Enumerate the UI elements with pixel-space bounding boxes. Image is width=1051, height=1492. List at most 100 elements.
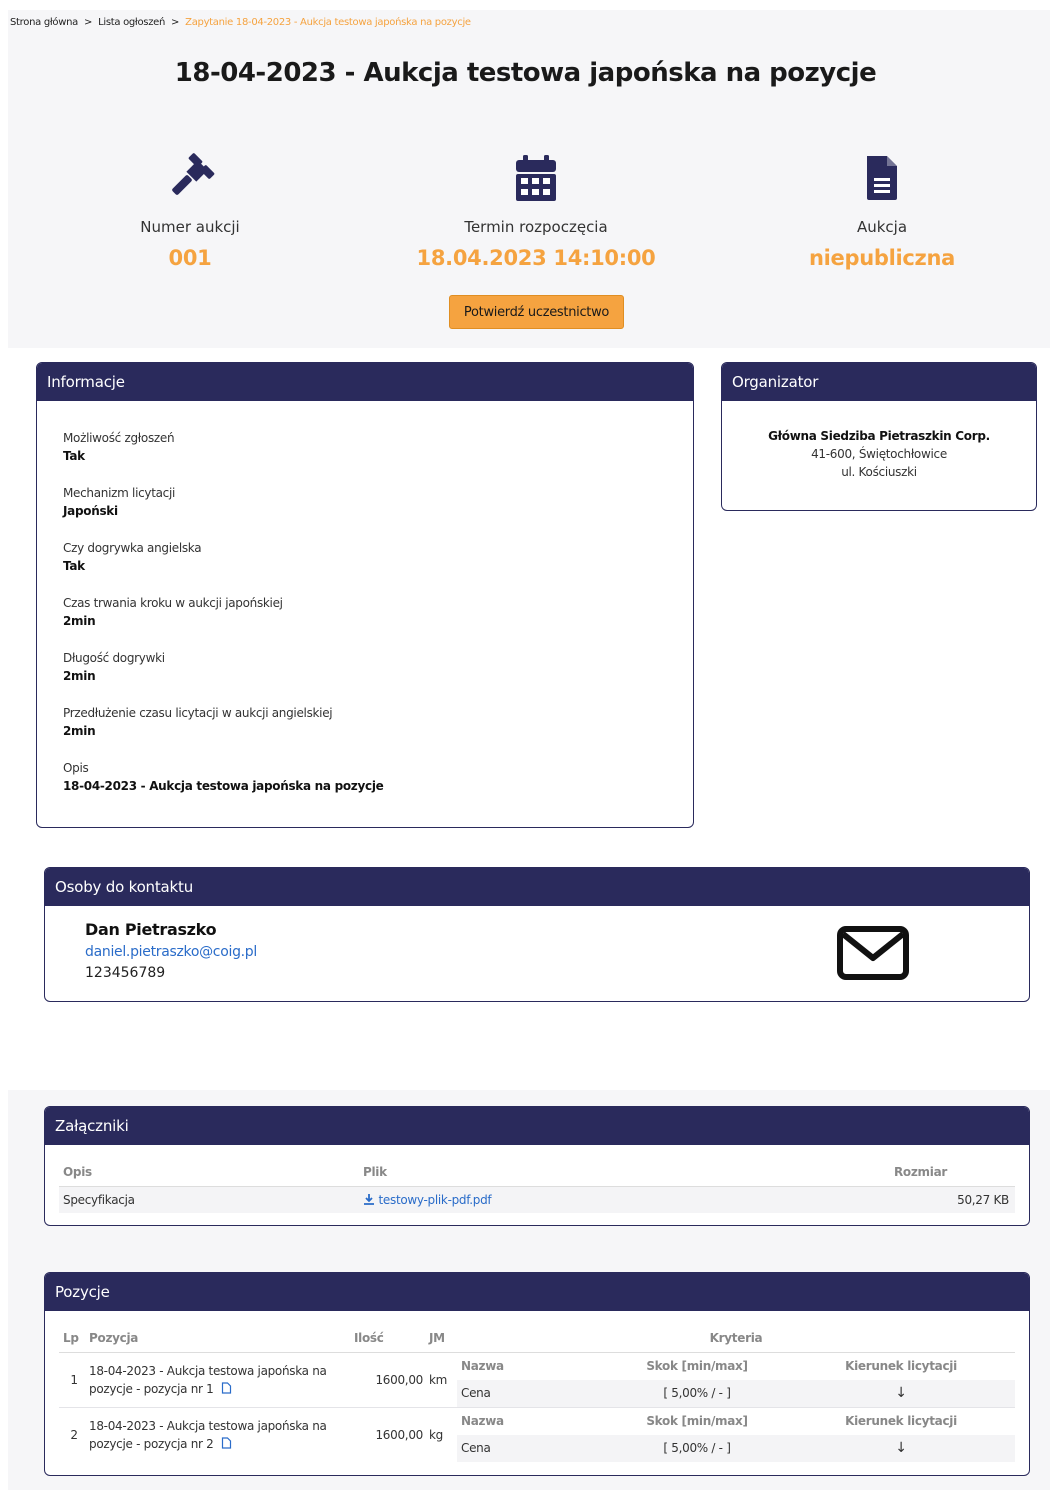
attachment-file-link[interactable]: testowy-plik-pdf.pdf [379, 1193, 492, 1207]
organizer-street: ul. Kościuszki [841, 465, 917, 479]
file-icon[interactable] [221, 1436, 232, 1449]
info-item: Czas trwania kroku w aukcji japońskiej 2… [63, 596, 693, 628]
auction-number-label: Numer aukcji [140, 218, 240, 236]
stat-auction-type: Aukcja niepubliczna [732, 152, 1032, 270]
calendar-icon [386, 152, 686, 204]
organizer-details: Główna Siedziba Pietraszkin Corp. 41-600… [722, 401, 1036, 481]
document-icon [732, 152, 1032, 204]
contact-phone: 123456789 [85, 965, 166, 981]
table-row: 2 18-04-2023 - Aukcja testowa japońska n… [59, 1406, 1015, 1462]
position-name: 18-04-2023 - Aukcja testowa japońska na … [89, 1406, 354, 1462]
info-value: 2min [63, 614, 96, 628]
info-item: Czy dogrywka angielska Tak [63, 541, 693, 573]
organizer-panel: Organizator Główna Siedziba Pietraszkin … [721, 362, 1037, 511]
col-size: Rozmiar [883, 1159, 1015, 1187]
criteria-row: Cena [ 5,00% / - ] ↓ [457, 1379, 1015, 1407]
gavel-icon [40, 152, 340, 204]
attachments-panel-header: Załączniki [45, 1107, 1029, 1145]
attachment-desc: Specyfikacja [59, 1186, 363, 1213]
info-item: Możliwość zgłoszeń Tak [63, 431, 693, 463]
crit-step: [ 5,00% / - ] [607, 1379, 787, 1407]
crit-col-direction: Kierunek licytacji [845, 1414, 957, 1428]
position-name-line: pozycje - pozycja nr 1 [89, 1380, 354, 1398]
organizer-city: 41-600, Świętochłowice [811, 447, 947, 461]
info-panel: Informacje Możliwość zgłoszeń Tak Mechan… [36, 362, 694, 828]
start-date-value: 18.04.2023 14:10:00 [416, 246, 656, 270]
stat-start-date: Termin rozpoczęcia 18.04.2023 14:10:00 [386, 152, 686, 270]
criteria-row: Cena [ 5,00% / - ] ↓ [457, 1434, 1015, 1462]
file-icon[interactable] [221, 1381, 232, 1394]
breadcrumb-separator: > [83, 17, 93, 28]
col-position: Pozycja [89, 1325, 354, 1353]
crit-name: Cena [457, 1379, 607, 1407]
page-title: 18-04-2023 - Aukcja testowa japońska na … [174, 58, 877, 88]
attachment-size: 50,27 KB [883, 1186, 1015, 1213]
criteria-table: Nazwa Skok [min/max] Kierunek licytacji … [457, 1408, 1015, 1462]
info-item: Mechanizm licytacji Japoński [63, 486, 693, 518]
position-name-line: pozycje - pozycja nr 2 [89, 1435, 354, 1453]
col-unit: JM [429, 1325, 457, 1353]
breadcrumb-current: Zapytanie 18-04-2023 - Aukcja testowa ja… [185, 17, 471, 28]
criteria-header-row: Nazwa Skok [min/max] Kierunek licytacji [457, 1408, 1015, 1435]
info-value: 2min [63, 669, 96, 683]
table-header-row: Opis Plik Rozmiar [59, 1159, 1015, 1187]
info-label: Przedłużenie czasu licytacji w aukcji an… [63, 706, 333, 720]
breadcrumb-home[interactable]: Strona główna [10, 17, 78, 28]
contacts-panel: Osoby do kontaktu Dan Pietraszko daniel.… [44, 867, 1030, 1002]
breadcrumb-list[interactable]: Lista ogłoszeń [98, 17, 165, 28]
info-value: 18-04-2023 - Aukcja testowa japońska na … [63, 779, 384, 793]
crit-col-step: Skok [min/max] [646, 1414, 748, 1428]
info-label: Mechanizm licytacji [63, 486, 176, 500]
table-row: Specyfikacja testowy-plik-pdf.pdf 50,27 … [59, 1186, 1015, 1213]
contact-person: Dan Pietraszko daniel.pietraszko@coig.pl… [85, 920, 257, 981]
position-lp: 1 [70, 1372, 78, 1387]
crit-name: Cena [457, 1434, 607, 1462]
contact-email-link[interactable]: daniel.pietraszko@coig.pl [85, 944, 257, 960]
col-criteria: Kryteria [457, 1325, 1015, 1353]
position-name-line: 18-04-2023 - Aukcja testowa japońska na [89, 1363, 327, 1378]
criteria-cell: Nazwa Skok [min/max] Kierunek licytacji … [457, 1352, 1015, 1407]
auction-type-label: Aukcja [856, 218, 908, 236]
info-value: Japoński [63, 504, 118, 518]
info-value: Tak [63, 559, 85, 573]
criteria-cell: Nazwa Skok [min/max] Kierunek licytacji … [457, 1406, 1015, 1462]
info-list: Możliwość zgłoszeń Tak Mechanizm licytac… [37, 401, 693, 793]
criteria-table: Nazwa Skok [min/max] Kierunek licytacji … [457, 1353, 1015, 1407]
info-value: Tak [63, 449, 85, 463]
position-qty: 1600,00 [375, 1372, 423, 1387]
position-name-line: 18-04-2023 - Aukcja testowa japońska na [89, 1418, 327, 1433]
positions-table: Lp Pozycja Ilość JM Kryteria 1 18-04-202… [59, 1325, 1015, 1462]
auction-number-value: 001 [168, 246, 212, 270]
organizer-panel-header: Organizator [722, 363, 1036, 401]
positions-panel: Pozycje Lp Pozycja Ilość JM Kryteria 1 1… [44, 1272, 1030, 1476]
position-name: 18-04-2023 - Aukcja testowa japońska na … [89, 1352, 354, 1407]
contacts-panel-header: Osoby do kontaktu [45, 868, 1029, 906]
table-row: 1 18-04-2023 - Aukcja testowa japońska n… [59, 1352, 1015, 1407]
info-panel-header: Informacje [37, 363, 693, 401]
arrow-down-icon: ↓ [787, 1379, 1015, 1407]
breadcrumb: Strona główna > Lista ogłoszeń > Zapytanie 1… [10, 17, 471, 28]
crit-col-name: Nazwa [461, 1414, 504, 1428]
attachments-panel: Załączniki Opis Plik Rozmiar Specyfikacj… [44, 1106, 1030, 1226]
col-lp: Lp [59, 1325, 89, 1353]
attachments-table: Opis Plik Rozmiar Specyfikacja testowy-p… [59, 1159, 1015, 1213]
position-unit: km [429, 1372, 448, 1387]
info-label: Możliwość zgłoszeń [63, 431, 175, 445]
info-item: Długość dogrywki 2min [63, 651, 693, 683]
confirm-participation-button[interactable]: Potwierdź uczestnictwo [449, 295, 624, 329]
info-value: 2min [63, 724, 96, 738]
position-lp: 2 [59, 1406, 89, 1462]
envelope-icon[interactable] [837, 926, 909, 984]
crit-col-step: Skok [min/max] [646, 1359, 748, 1373]
table-header-row: Lp Pozycja Ilość JM Kryteria [59, 1325, 1015, 1353]
crit-col-direction: Kierunek licytacji [845, 1359, 957, 1373]
download-icon[interactable] [363, 1193, 379, 1207]
arrow-down-icon: ↓ [787, 1434, 1015, 1462]
attachment-file-cell: testowy-plik-pdf.pdf [363, 1186, 883, 1213]
organizer-name: Główna Siedziba Pietraszkin Corp. [768, 429, 990, 443]
info-label: Czas trwania kroku w aukcji japońskiej [63, 596, 283, 610]
info-label: Opis [63, 761, 89, 775]
info-label: Czy dogrywka angielska [63, 541, 202, 555]
col-desc: Opis [59, 1159, 363, 1187]
info-label: Długość dogrywki [63, 651, 165, 665]
